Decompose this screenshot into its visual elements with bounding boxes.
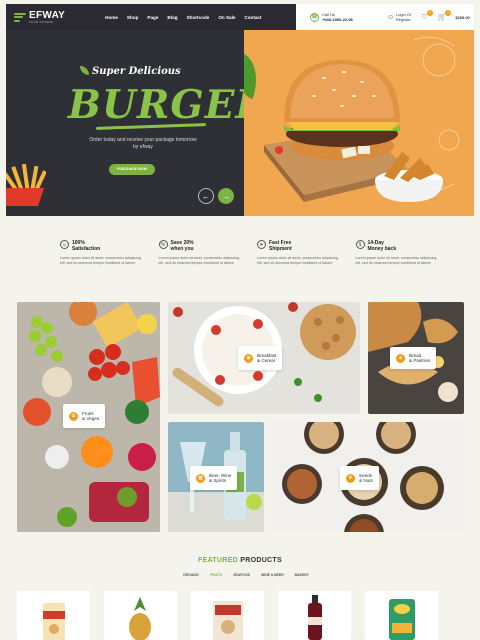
login-register[interactable]: ☺ Login Or Register: [387, 12, 412, 22]
seed-icon: ❦: [346, 473, 355, 483]
arrow-left-icon: ←: [202, 191, 210, 201]
category-line2: & Nuts: [359, 478, 373, 483]
arrow-right-icon: →: [222, 191, 230, 201]
category-label: ❦ Seeds & Nuts: [340, 466, 379, 490]
category-line2: & Pastries: [409, 358, 430, 363]
product-card[interactable]: [17, 591, 90, 640]
category-line2: & Veges: [82, 416, 100, 421]
nav-shortcode[interactable]: Shortcode: [187, 15, 210, 20]
category-seeds-nuts[interactable]: ❦ Seeds & Nuts: [272, 422, 464, 532]
feature-title-2: when you: [170, 246, 194, 252]
category-line2: & Spirits: [209, 478, 227, 483]
pineapple-image: [129, 597, 151, 640]
cart-count: 0: [445, 10, 452, 16]
header-light-bar: ☎ Call Us +049-1900-22-96 ☺ Login Or Reg…: [296, 4, 474, 30]
feature-item: % Save 20% when you Lorem ipsum dolor sit…: [158, 240, 244, 266]
cart-button[interactable]: 🛒 0: [438, 10, 452, 21]
main-nav: Home Shop Page Blog Shortcode On Sale Co…: [105, 15, 261, 20]
snack-bag-image: [389, 599, 415, 640]
nav-blog[interactable]: Blog: [167, 15, 177, 20]
cereal-icon: ◉: [244, 353, 253, 363]
featured-title-green: FEATURED: [198, 557, 239, 564]
bottle-icon: ▩: [196, 473, 205, 483]
hero-eyebrow: Super Delicious: [92, 66, 181, 77]
hero-title: BURGER: [68, 82, 244, 128]
tab-seafood[interactable]: SEAFOOD: [233, 573, 250, 577]
user-icon: ☺: [386, 13, 394, 21]
feature-text: Lorem ipsum dolor sit amet, consectetur …: [355, 256, 437, 265]
wishlist-button[interactable]: ♡ 0: [421, 10, 433, 21]
featured-title-dark: PRODUCTS: [238, 557, 282, 564]
hero-left-panel: Super Delicious BURGER Order today and r…: [6, 30, 244, 216]
category-line2: & Cereal: [257, 358, 275, 363]
tab-bakery[interactable]: BAKERY: [295, 573, 309, 577]
cart-total: $259.00: [455, 14, 470, 20]
prev-slide-button[interactable]: ←: [198, 188, 214, 204]
feature-text: Lorem ipsum dolor sit amet, consectetur …: [158, 256, 240, 265]
site-header: EFWAY FOOD STORES Home Shop Page Blog Sh…: [6, 4, 474, 30]
nav-contact[interactable]: Contact: [244, 15, 261, 20]
shipment-icon: ➤: [257, 240, 266, 249]
feature-title-2: Money back: [367, 246, 397, 252]
heart-icon: ♡: [421, 14, 428, 21]
logo-mark-icon: [14, 12, 28, 22]
category-beer-wine-spirits[interactable]: ▩ Beer, Wine & Spirits: [168, 422, 264, 532]
category-label: ◉ Breakfast & Cereal: [238, 346, 283, 370]
tab-organic[interactable]: ORGANIC: [183, 573, 199, 577]
category-bread-pastries[interactable]: ◈ Bread & Pastries: [368, 302, 464, 414]
leaf-icon: [80, 66, 89, 75]
featured-products-title: FEATURED PRODUCTS: [0, 557, 480, 564]
product-card[interactable]: [365, 591, 438, 640]
product-tabs: ORGANIC FRUITS SEAFOOD WINE & BEER BAKER…: [183, 573, 309, 577]
feature-text: Lorem ipsum dolor sit amet, consectetur …: [60, 256, 141, 265]
nav-page[interactable]: Page: [147, 15, 158, 20]
feature-item: ➤ Fast Free Shipment Lorem ipsum dolor si…: [257, 240, 342, 266]
category-label: ✿ Fruits & Veges: [63, 404, 106, 428]
purchase-now-button[interactable]: PURCHASE NOW: [109, 164, 155, 175]
bread-icon: ◈: [396, 353, 405, 363]
features-row: ☺ 100% Satisfaction Lorem ipsum dolor sit…: [60, 240, 440, 266]
tab-wine-beer[interactable]: WINE & BEER: [261, 573, 284, 577]
smile-icon: ☺: [60, 240, 69, 249]
hero-description: Order today and receive your package tom…: [89, 137, 197, 150]
feature-title-2: Shipment: [269, 246, 292, 252]
discount-icon: %: [158, 240, 168, 249]
call-us[interactable]: ☎ Call Us +049-1900-22-96: [310, 12, 353, 22]
category-fruits-veges[interactable]: ✿ Fruits & Veges: [17, 302, 160, 532]
fruit-icon: ✿: [69, 411, 78, 421]
hero-slider: Super Delicious BURGER Order today and r…: [6, 30, 474, 216]
nav-home[interactable]: Home: [105, 15, 118, 20]
feature-item: ☺ 100% Satisfaction Lorem ipsum dolor sit…: [60, 240, 145, 266]
wishlist-count: 0: [426, 10, 433, 16]
nav-on-sale[interactable]: On Sale: [218, 15, 235, 20]
category-label: ◈ Bread & Pastries: [390, 347, 436, 369]
fries-image: [6, 163, 46, 206]
product-card[interactable]: [278, 591, 351, 640]
login-line2: Register: [395, 17, 411, 22]
money-back-icon: $: [355, 240, 365, 249]
great-grains-box-image: [213, 601, 243, 640]
next-slide-button[interactable]: →: [218, 188, 234, 204]
burger-image: [264, 36, 460, 202]
tab-fruits[interactable]: FRUITS: [210, 573, 222, 577]
call-number: +049-1900-22-96: [322, 17, 353, 22]
nav-shop[interactable]: Shop: [127, 15, 138, 20]
feature-title-2: Satisfaction: [72, 246, 101, 252]
site-logo[interactable]: EFWAY FOOD STORES: [14, 10, 65, 24]
header-dark-bar: EFWAY FOOD STORES Home Shop Page Blog Sh…: [6, 4, 296, 30]
product-list: [17, 591, 438, 640]
feature-text: Lorem ipsum dolor sit amet, consectetur …: [257, 256, 338, 265]
category-label: ▩ Beer, Wine & Spirits: [190, 466, 238, 490]
hero-right-panel: [244, 30, 474, 216]
category-breakfast-cereal[interactable]: ◉ Breakfast & Cereal: [168, 302, 360, 414]
feature-item: $ 14-Day Money back Lorem ipsum dolor sit…: [355, 240, 441, 266]
juice-bottle-image: [308, 595, 322, 640]
phone-icon: ☎: [310, 12, 319, 22]
cereal-box-image: [43, 603, 65, 640]
product-card[interactable]: [191, 591, 264, 640]
page: EFWAY FOOD STORES Home Shop Page Blog Sh…: [0, 0, 480, 640]
product-card[interactable]: [104, 591, 177, 640]
